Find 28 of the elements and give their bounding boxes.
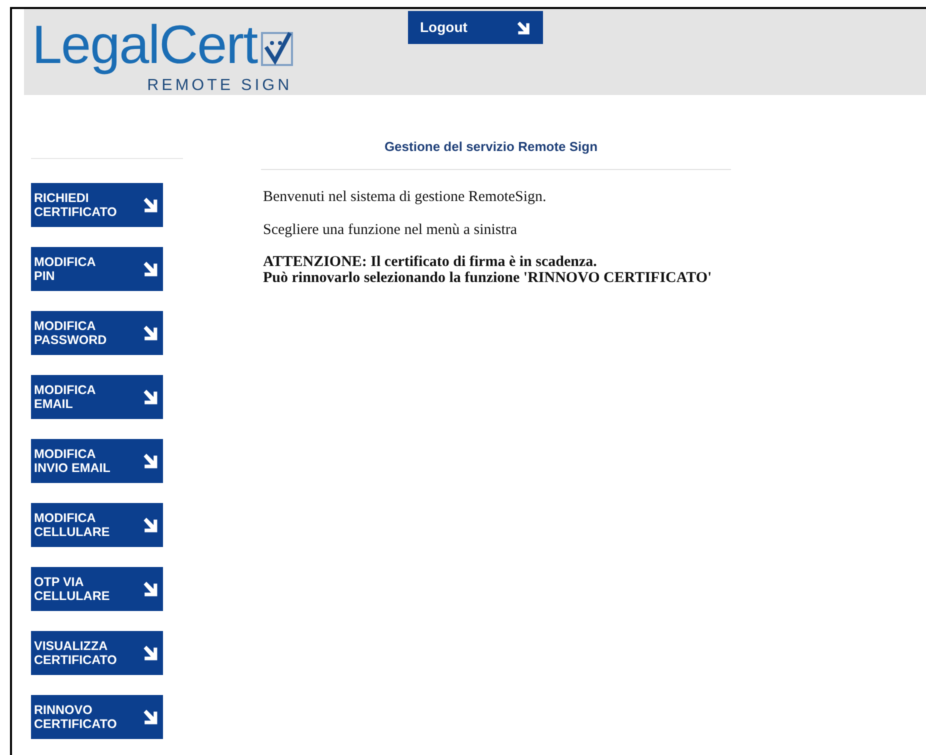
arrow-icon xyxy=(141,196,159,214)
logo-wordmark: LegalCert xyxy=(32,14,258,77)
sidebar-menu-button[interactable]: MODIFICA INVIO EMAIL xyxy=(31,439,163,483)
warning-text: Può rinnovarlo selezionando la funzione 'RINNOVO CERTIFICATO' xyxy=(263,270,712,286)
arrow-icon xyxy=(141,324,159,342)
page-title: Gestione del servizio Remote Sign xyxy=(384,139,598,154)
sidebar-menu-button[interactable]: MODIFICA PASSWORD xyxy=(31,311,163,355)
logo-subtitle: REMOTE SIGN xyxy=(147,77,292,95)
arrow-icon xyxy=(141,644,159,662)
sidebar-menu-button[interactable]: MODIFICA CELLULARE xyxy=(31,503,163,547)
warning-text: ATTENZIONE: Il certificato di firma è in scadenza. xyxy=(263,254,597,270)
logout-button[interactable]: Logout xyxy=(408,11,543,44)
arrow-icon xyxy=(141,580,159,598)
sidebar-menu-button[interactable]: RINNOVO CERTIFICATO xyxy=(31,695,163,739)
arrow-icon xyxy=(141,708,159,726)
sidebar-menu-button[interactable]: VISUALIZZA CERTIFICATO xyxy=(31,631,163,675)
sidebar-menu-button[interactable]: MODIFICA EMAIL xyxy=(31,375,163,419)
arrow-icon xyxy=(141,260,159,278)
checkbox-icon xyxy=(260,29,294,67)
sidebar-menu-button[interactable]: RICHIEDI CERTIFICATO xyxy=(31,183,163,227)
arrow-icon xyxy=(141,516,159,534)
sidebar-menu-button[interactable]: OTP VIA CELLULARE xyxy=(31,567,163,611)
arrow-icon xyxy=(515,20,531,36)
arrow-icon xyxy=(141,452,159,470)
welcome-text: Scegliere una funzione nel menù a sinistra xyxy=(263,221,518,239)
sidebar-menu-button[interactable]: MODIFICA PIN xyxy=(31,247,163,291)
welcome-text: Benvenuti nel sistema di gestione RemoteSign. xyxy=(263,188,546,206)
arrow-icon xyxy=(141,388,159,406)
